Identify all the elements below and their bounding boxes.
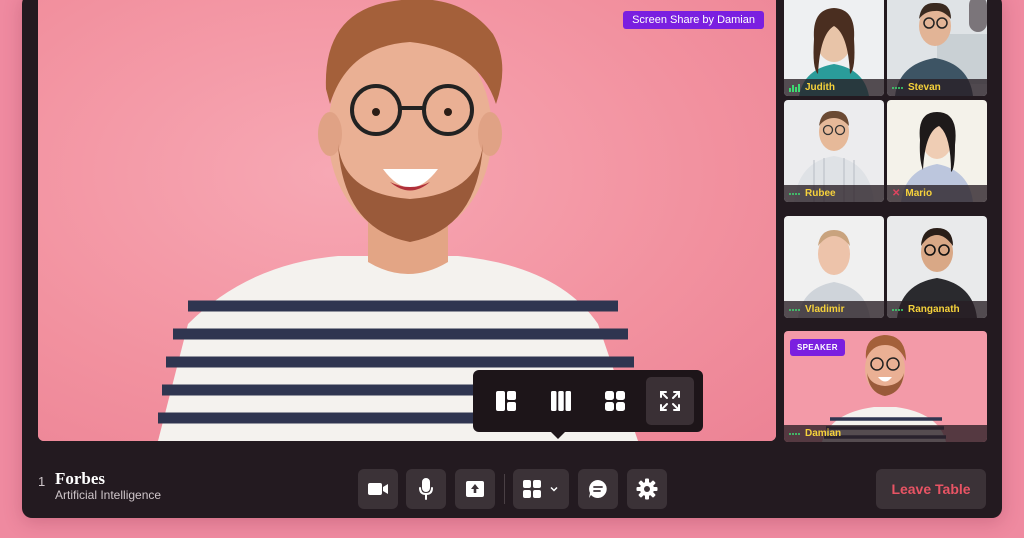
- brand-logo: Forbes: [55, 469, 106, 488]
- participant-tile[interactable]: ✕ Mario: [887, 100, 987, 202]
- audio-indicator-icon: [892, 308, 903, 311]
- columns-layout-button[interactable]: [537, 377, 585, 425]
- screen-share-badge: Screen Share by Damian: [623, 11, 764, 29]
- main-video-stage: Screen Share by Damian: [38, 0, 776, 441]
- audio-level-icon: [789, 83, 800, 92]
- participant-name: Damian: [805, 428, 842, 439]
- share-screen-button[interactable]: [455, 469, 495, 509]
- layout-icon: [523, 480, 541, 498]
- chat-button[interactable]: [578, 469, 618, 509]
- leave-table-button[interactable]: Leave Table: [876, 469, 986, 509]
- participant-name: Mario: [905, 188, 933, 199]
- sidebar-layout-icon: [496, 391, 517, 411]
- participant-name: Rubee: [805, 188, 836, 199]
- muted-mic-icon: ✕: [892, 188, 901, 199]
- chat-icon: [589, 480, 607, 498]
- participant-name: Vladimir: [805, 304, 845, 315]
- scroll-handle[interactable]: [969, 0, 987, 32]
- view-options-toolbar: [473, 370, 703, 439]
- participant-tile[interactable]: Ranganath: [887, 216, 987, 318]
- settings-button[interactable]: [627, 469, 667, 509]
- fullscreen-icon: [659, 391, 680, 411]
- participant-tile[interactable]: Rubee: [784, 100, 884, 202]
- audio-indicator-icon: [789, 432, 800, 435]
- camera-button[interactable]: [358, 469, 398, 509]
- columns-layout-icon: [550, 391, 571, 411]
- event-topic: Artificial Intelligence: [55, 488, 162, 502]
- speaker-tile[interactable]: SPEAKER Damian: [784, 331, 987, 442]
- participant-name: Judith: [805, 82, 835, 93]
- microphone-icon: [419, 478, 433, 500]
- microphone-button[interactable]: [406, 469, 446, 509]
- participant-tile[interactable]: Judith: [784, 0, 884, 96]
- participant-name: Stevan: [908, 82, 941, 93]
- toolbar-divider: [504, 474, 505, 504]
- audio-indicator-icon: [892, 86, 903, 89]
- grid-layout-button[interactable]: [591, 377, 639, 425]
- participant-tile[interactable]: Stevan: [887, 0, 987, 96]
- chevron-down-icon: [550, 486, 558, 492]
- sidebar-layout-button[interactable]: [482, 377, 530, 425]
- layout-dropdown-button[interactable]: [513, 469, 569, 509]
- camera-icon: [368, 483, 388, 495]
- audio-indicator-icon: [789, 308, 800, 311]
- settings-icon: [636, 478, 658, 500]
- audio-indicator-icon: [789, 192, 800, 195]
- table-number: 1: [38, 474, 46, 489]
- participant-name: Ranganath: [908, 304, 960, 315]
- speaker-badge: SPEAKER: [790, 339, 845, 356]
- app-window: Screen Share by Damian Judith Stevan Rub…: [22, 0, 1002, 518]
- participant-tile[interactable]: Vladimir: [784, 216, 884, 318]
- fullscreen-button[interactable]: [645, 377, 694, 425]
- share-screen-icon: [466, 481, 484, 497]
- grid-layout-icon: [605, 391, 626, 411]
